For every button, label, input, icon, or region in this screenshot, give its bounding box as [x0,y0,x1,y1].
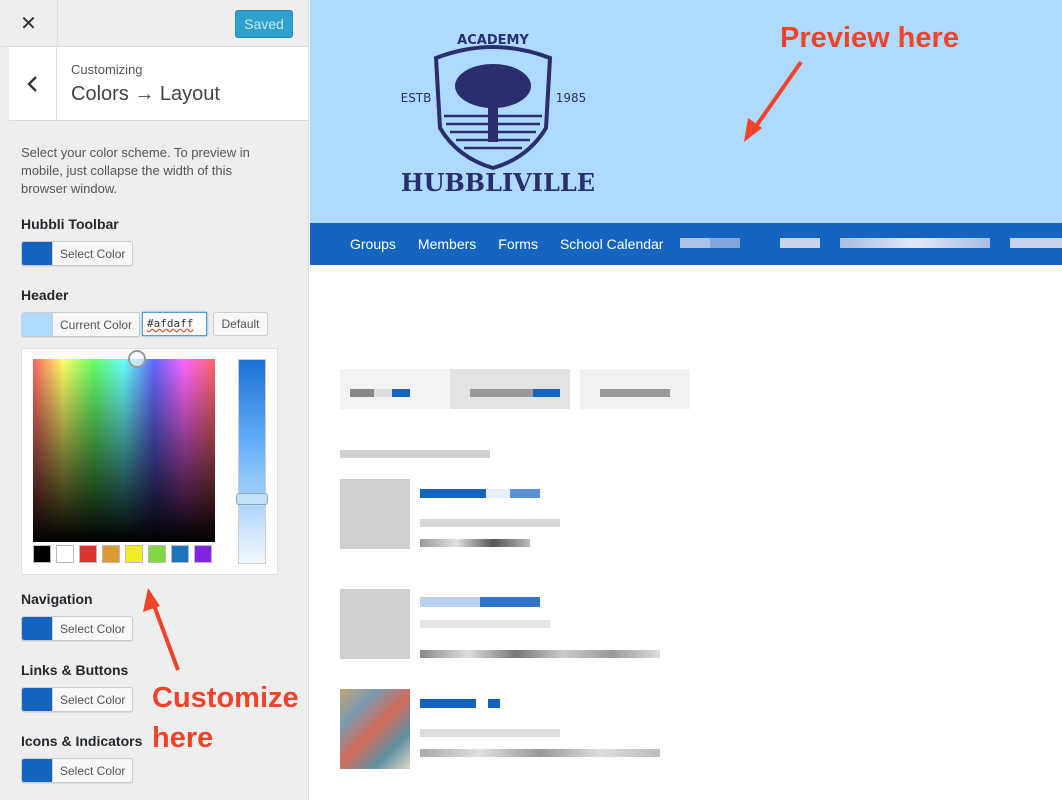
lightness-slider[interactable] [238,359,266,564]
blurred-text [420,539,530,547]
academy-logo: ACADEMY ESTB 1985 HUBBLIVILLE [401,33,595,197]
blurred-nav-item [1010,238,1062,248]
blurred-text [420,749,660,757]
toolbar-color-button[interactable]: Select Color [21,241,134,266]
blurred-nav-item [780,238,820,248]
logo-name-text: HUBBLIVILLE [401,168,595,197]
customizer-sidebar: ✕ Saved Customizing Colors → Layout Sele… [0,0,309,800]
chevron-left-icon [26,76,37,92]
header-color-button[interactable]: Current Color [21,312,141,337]
blurred-avatar [340,479,410,549]
section-title: Colors → Layout [71,83,220,105]
nav-item-members[interactable]: Members [418,236,476,252]
nav-item-school-calendar[interactable]: School Calendar [560,236,664,252]
color-palette [33,545,212,563]
blurred-nav-item [680,238,740,248]
blurred-text [470,389,560,397]
breadcrumb: Customizing [71,62,143,77]
annotation-customize: Customize [152,682,299,714]
annotation-here: here [152,722,214,754]
palette-swatch[interactable] [125,545,143,563]
blurred-avatar [340,589,410,659]
color-swatch [22,242,53,265]
logo-right-text: 1985 [556,91,587,105]
color-picker-handle[interactable] [128,350,146,368]
palette-swatch[interactable] [148,545,166,563]
logo-top-text: ACADEMY [457,33,529,48]
blurred-link [420,597,540,607]
close-button[interactable]: ✕ [0,0,58,47]
blurred-link [420,489,540,498]
default-button[interactable]: Default [213,312,268,336]
section-header: Customizing Colors → Layout [9,47,308,121]
icons-color-button[interactable]: Select Color [21,758,134,783]
blurred-link [420,699,500,708]
nav-item-groups[interactable]: Groups [350,236,396,252]
blurred-text [350,389,410,397]
back-button[interactable] [9,47,57,121]
color-swatch [22,759,53,782]
navigation-color-button[interactable]: Select Color [21,616,134,641]
blurred-text [420,519,560,527]
blurred-text [600,389,670,397]
blurred-avatar [340,689,410,769]
control-label-header: Header [21,287,69,303]
control-label-toolbar: Hubbli Toolbar [21,216,119,232]
blurred-text [420,650,660,658]
blurred-text [420,620,550,628]
palette-swatch[interactable] [194,545,212,563]
control-label-icons: Icons & Indicators [21,733,143,749]
links-color-button[interactable]: Select Color [21,687,134,712]
color-swatch [22,313,53,336]
palette-swatch[interactable] [171,545,189,563]
color-swatch [22,617,53,640]
nav-item-forms[interactable]: Forms [498,236,538,252]
annotation-preview: Preview here [780,22,959,54]
saturation-square[interactable] [33,359,215,542]
preview-navigation: Groups Members Forms School Calendar [310,223,1062,265]
palette-swatch[interactable] [102,545,120,563]
palette-swatch[interactable] [79,545,97,563]
control-label-navigation: Navigation [21,591,93,607]
section-description: Select your color scheme. To preview in … [21,145,250,196]
palette-swatch[interactable] [56,545,74,563]
palette-swatch[interactable] [33,545,51,563]
logo-left-text: ESTB [401,91,432,105]
blurred-heading [340,450,490,458]
hex-color-input[interactable]: #afdaff [142,312,207,336]
saved-button[interactable]: Saved [235,10,293,38]
customizer-topbar: ✕ Saved [0,0,308,47]
blurred-nav-item [840,238,990,248]
color-swatch [22,688,53,711]
slider-handle[interactable] [236,493,268,505]
blurred-text [420,729,560,737]
color-picker [21,348,278,575]
close-icon: ✕ [20,13,37,35]
site-preview: ACADEMY ESTB 1985 HUBBLIVILLE Groups Mem… [310,0,1062,800]
control-label-links: Links & Buttons [21,662,129,678]
